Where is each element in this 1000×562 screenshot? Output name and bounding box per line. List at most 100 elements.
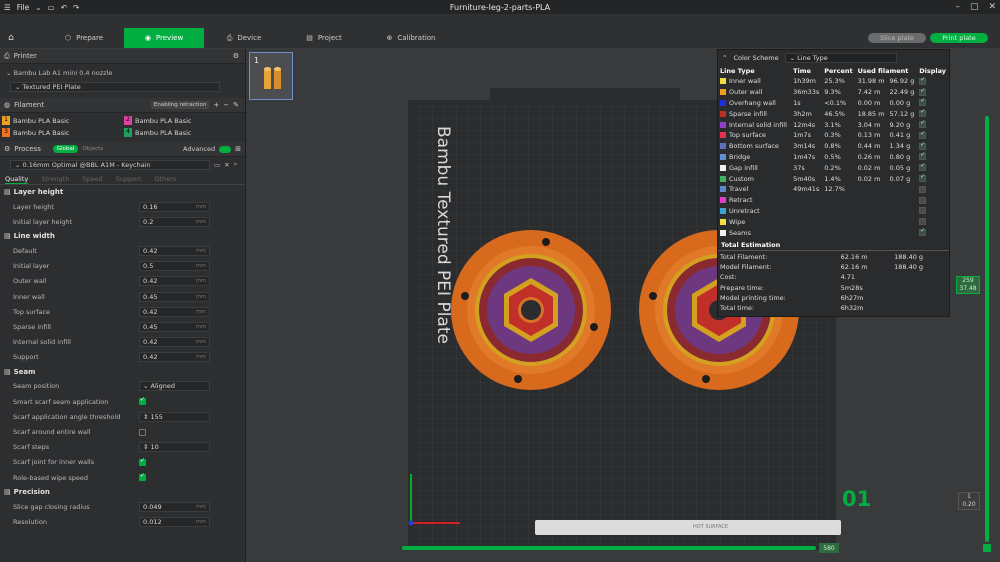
- tab-strength[interactable]: Strength: [41, 175, 69, 184]
- collapse-icon[interactable]: ⌃: [722, 54, 727, 62]
- legend-row[interactable]: Bottom surface 3m14s 0.8% 0.44 m 1.34 g: [718, 141, 949, 152]
- tab-quality[interactable]: Quality: [5, 175, 29, 184]
- legend-percent: 0.2%: [824, 163, 841, 172]
- display-checkbox[interactable]: [919, 185, 927, 193]
- slice-plate-button[interactable]: Slice plate: [868, 33, 926, 43]
- legend-name: Top surface: [729, 131, 767, 140]
- filament-slot-3[interactable]: 3 Bambu PLA Basic: [2, 128, 124, 137]
- filament-slot-4[interactable]: 4 Bambu PLA Basic: [124, 128, 245, 137]
- print-plate-button[interactable]: Print plate: [930, 33, 988, 43]
- legend-row[interactable]: Internal solid infill 12m4s 3.1% 3.04 m 9.20…: [718, 119, 949, 130]
- display-checkbox[interactable]: [919, 196, 927, 204]
- move-slider[interactable]: [402, 546, 816, 550]
- legend-display-cell: [917, 216, 949, 227]
- seam-position-select[interactable]: ⌄ Aligned: [139, 381, 210, 392]
- layer-slider[interactable]: [985, 116, 989, 542]
- redo-icon[interactable]: ↷: [73, 3, 79, 12]
- global-toggle[interactable]: Global: [52, 145, 79, 153]
- retraction-badge[interactable]: Enabling retraction: [150, 101, 210, 109]
- tab-others[interactable]: Others: [154, 175, 176, 184]
- legend-display-cell: [917, 87, 949, 98]
- filament-slot-2[interactable]: 2 Bambu PLA Basic: [124, 116, 245, 125]
- smart-scarf-checkbox[interactable]: [139, 396, 146, 406]
- display-checkbox[interactable]: [919, 162, 927, 172]
- menu-icon[interactable]: ☰: [4, 3, 11, 12]
- display-checkbox[interactable]: [919, 227, 927, 237]
- legend-row[interactable]: Gap infill 37s 0.2% 0.02 m 0.05 g: [718, 162, 949, 173]
- advanced-switch[interactable]: [219, 145, 232, 153]
- legend-row[interactable]: Travel 49m41s 12.7%: [718, 184, 949, 195]
- legend-row[interactable]: Inner wall 1h39m 25.3% 31.98 m 96.92 g: [718, 76, 949, 87]
- display-checkbox[interactable]: [919, 141, 927, 150]
- legend-display-cell: [917, 130, 949, 141]
- save-preset-icon[interactable]: ▭: [214, 161, 220, 169]
- display-checkbox[interactable]: [919, 108, 927, 118]
- scarf-angle-input[interactable]: ⇕ 155: [139, 411, 210, 422]
- display-checkbox[interactable]: [919, 207, 927, 215]
- model-part-left[interactable]: [451, 230, 611, 390]
- edit-icon[interactable]: ✎: [233, 101, 239, 109]
- tab-project[interactable]: ▤ Project: [284, 28, 364, 48]
- objects-toggle[interactable]: Objects: [82, 146, 103, 152]
- legend-row[interactable]: Custom 5m40s 1.4% 0.02 m 0.07 g: [718, 173, 949, 184]
- file-menu[interactable]: File: [17, 3, 30, 12]
- process-preset-value: 0.16mm Optimal @BBL A1M - Keychain: [22, 160, 151, 169]
- display-checkbox[interactable]: [919, 87, 927, 96]
- display-checkbox[interactable]: [919, 151, 927, 161]
- tab-support[interactable]: Support: [116, 175, 142, 184]
- scarf-around-checkbox[interactable]: [139, 428, 146, 436]
- add-icon[interactable]: +: [213, 101, 219, 109]
- chevron-down-icon[interactable]: ⌄: [35, 3, 41, 12]
- role-wipe-checkbox[interactable]: [139, 472, 146, 482]
- printer-select[interactable]: ⌄ Bambu Lab A1 mini 0.4 nozzle: [0, 66, 245, 80]
- close-icon[interactable]: ✕: [988, 0, 996, 14]
- home-icon[interactable]: ⌂: [0, 33, 22, 43]
- scarf-inner-checkbox[interactable]: [139, 457, 146, 466]
- tab-device[interactable]: ⎙ Device: [204, 28, 284, 48]
- process-preset-select[interactable]: ⌄ 0.16mm Optimal @BBL A1M - Keychain: [10, 159, 210, 170]
- legend-line-type: Outer wall: [718, 87, 791, 98]
- save-icon[interactable]: ▭: [48, 3, 55, 12]
- legend-row[interactable]: Seams: [718, 227, 949, 238]
- maximize-icon[interactable]: ▢: [970, 0, 979, 14]
- legend-weight: 96.92 g: [889, 77, 915, 86]
- compare-icon[interactable]: ⊞: [235, 145, 241, 153]
- undo-icon[interactable]: ↶: [61, 3, 67, 12]
- legend-row[interactable]: Retract: [718, 195, 949, 206]
- legend-display-cell: [917, 173, 949, 184]
- filament-slot-1[interactable]: 1 Bambu PLA Basic: [2, 116, 124, 125]
- tab-calibration[interactable]: ⊕ Calibration: [364, 28, 458, 48]
- scarf-steps-input[interactable]: ⇕ 10: [139, 442, 210, 453]
- legend-row[interactable]: Bridge 1m47s 0.5% 0.26 m 0.80 g: [718, 151, 949, 163]
- plate-thumbnail[interactable]: 1: [249, 52, 293, 100]
- header-percent: Percent: [824, 66, 853, 75]
- display-checkbox[interactable]: [919, 130, 927, 139]
- display-checkbox[interactable]: [919, 76, 927, 85]
- color-scheme-select[interactable]: ⌄ Line Type: [784, 52, 897, 63]
- display-checkbox[interactable]: [919, 97, 927, 107]
- minimize-icon[interactable]: –: [955, 0, 960, 14]
- close-preset-icon[interactable]: ✕: [224, 161, 229, 169]
- gear-icon[interactable]: ⚙: [233, 52, 239, 60]
- param-label: Slice gap closing radius: [13, 502, 90, 511]
- remove-icon[interactable]: −: [223, 101, 229, 109]
- legend-row[interactable]: Wipe: [718, 216, 949, 227]
- tab-speed[interactable]: Speed: [82, 175, 102, 184]
- display-checkbox[interactable]: [919, 119, 927, 129]
- display-checkbox[interactable]: [919, 218, 927, 226]
- slider-settings-icon[interactable]: [983, 544, 991, 552]
- search-icon[interactable]: ⌕: [234, 160, 238, 169]
- legend-time: 3h2m: [793, 109, 812, 118]
- legend-time: 1m47s: [793, 152, 816, 161]
- legend-row[interactable]: Outer wall 36m33s 9.3% 7.42 m 22.49 g: [718, 87, 949, 98]
- plate-type-field[interactable]: ⌄ Textured PEI Plate: [10, 82, 220, 92]
- legend-row[interactable]: Overhang wall 1s <0.1% 0.00 m 0.00 g: [718, 97, 949, 109]
- legend-row[interactable]: Top surface 1m7s 0.3% 0.13 m 0.41 g: [718, 130, 949, 141]
- display-checkbox[interactable]: [919, 173, 927, 183]
- tab-preview[interactable]: ◉ Preview: [124, 28, 204, 48]
- legend-row[interactable]: Sparse infill 3h2m 46.5% 18.85 m 57.12 g: [718, 108, 949, 119]
- legend-row[interactable]: Unretract: [718, 206, 949, 217]
- plate-select[interactable]: ⌄ Textured PEI Plate: [0, 80, 245, 94]
- param-label: Inner wall: [13, 292, 45, 301]
- tab-prepare[interactable]: ⬡ Prepare: [44, 28, 124, 48]
